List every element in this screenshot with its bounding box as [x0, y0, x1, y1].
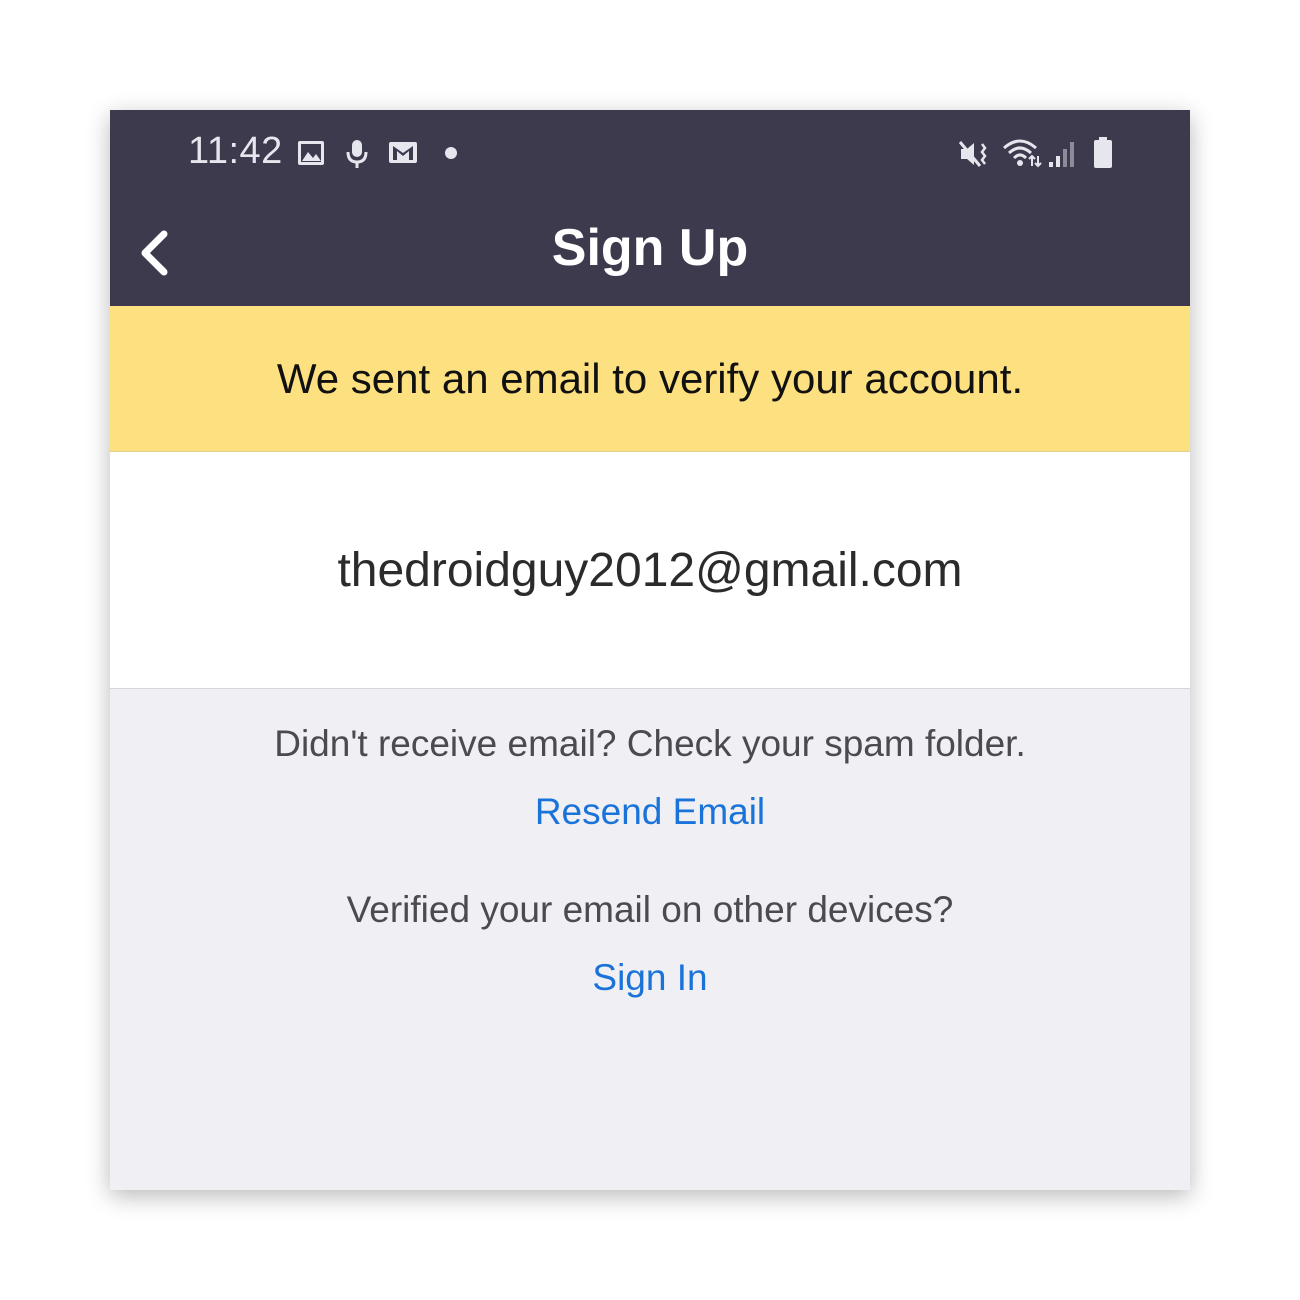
- notification-dot-icon: [445, 147, 457, 159]
- page-title: Sign Up: [551, 219, 749, 277]
- status-bar: 11:42: [110, 110, 1190, 200]
- microphone-icon: [346, 140, 368, 168]
- verification-banner: We sent an email to verify your account.: [110, 306, 1190, 452]
- phone-screen: 11:42 Sign Up We sent an email to verify…: [110, 110, 1190, 1190]
- signal-icon: [1049, 142, 1074, 167]
- gallery-icon: [298, 141, 324, 165]
- resend-email-link[interactable]: Resend Email: [535, 791, 765, 832]
- wifi-icon: [1003, 139, 1042, 168]
- banner-message: We sent an email to verify your account.: [276, 354, 1024, 402]
- sign-in-link[interactable]: Sign In: [592, 957, 707, 998]
- resend-email-link-row: Resend Email: [110, 791, 1190, 833]
- vibrate-mute-icon: [958, 141, 987, 167]
- email-panel: thedroidguy2012@gmail.com: [110, 452, 1190, 689]
- gmail-icon: [389, 142, 417, 163]
- spam-hint-text: Didn't receive email? Check your spam fo…: [274, 723, 1026, 764]
- other-devices-text: Verified your email on other devices?: [346, 889, 954, 930]
- nav-bar: Sign Up: [110, 200, 1190, 306]
- email-address: thedroidguy2012@gmail.com: [337, 543, 963, 597]
- header: 11:42 Sign Up: [110, 110, 1190, 306]
- battery-icon: [1094, 137, 1112, 168]
- sign-in-link-row: Sign In: [110, 957, 1190, 999]
- status-time: 11:42: [188, 130, 283, 172]
